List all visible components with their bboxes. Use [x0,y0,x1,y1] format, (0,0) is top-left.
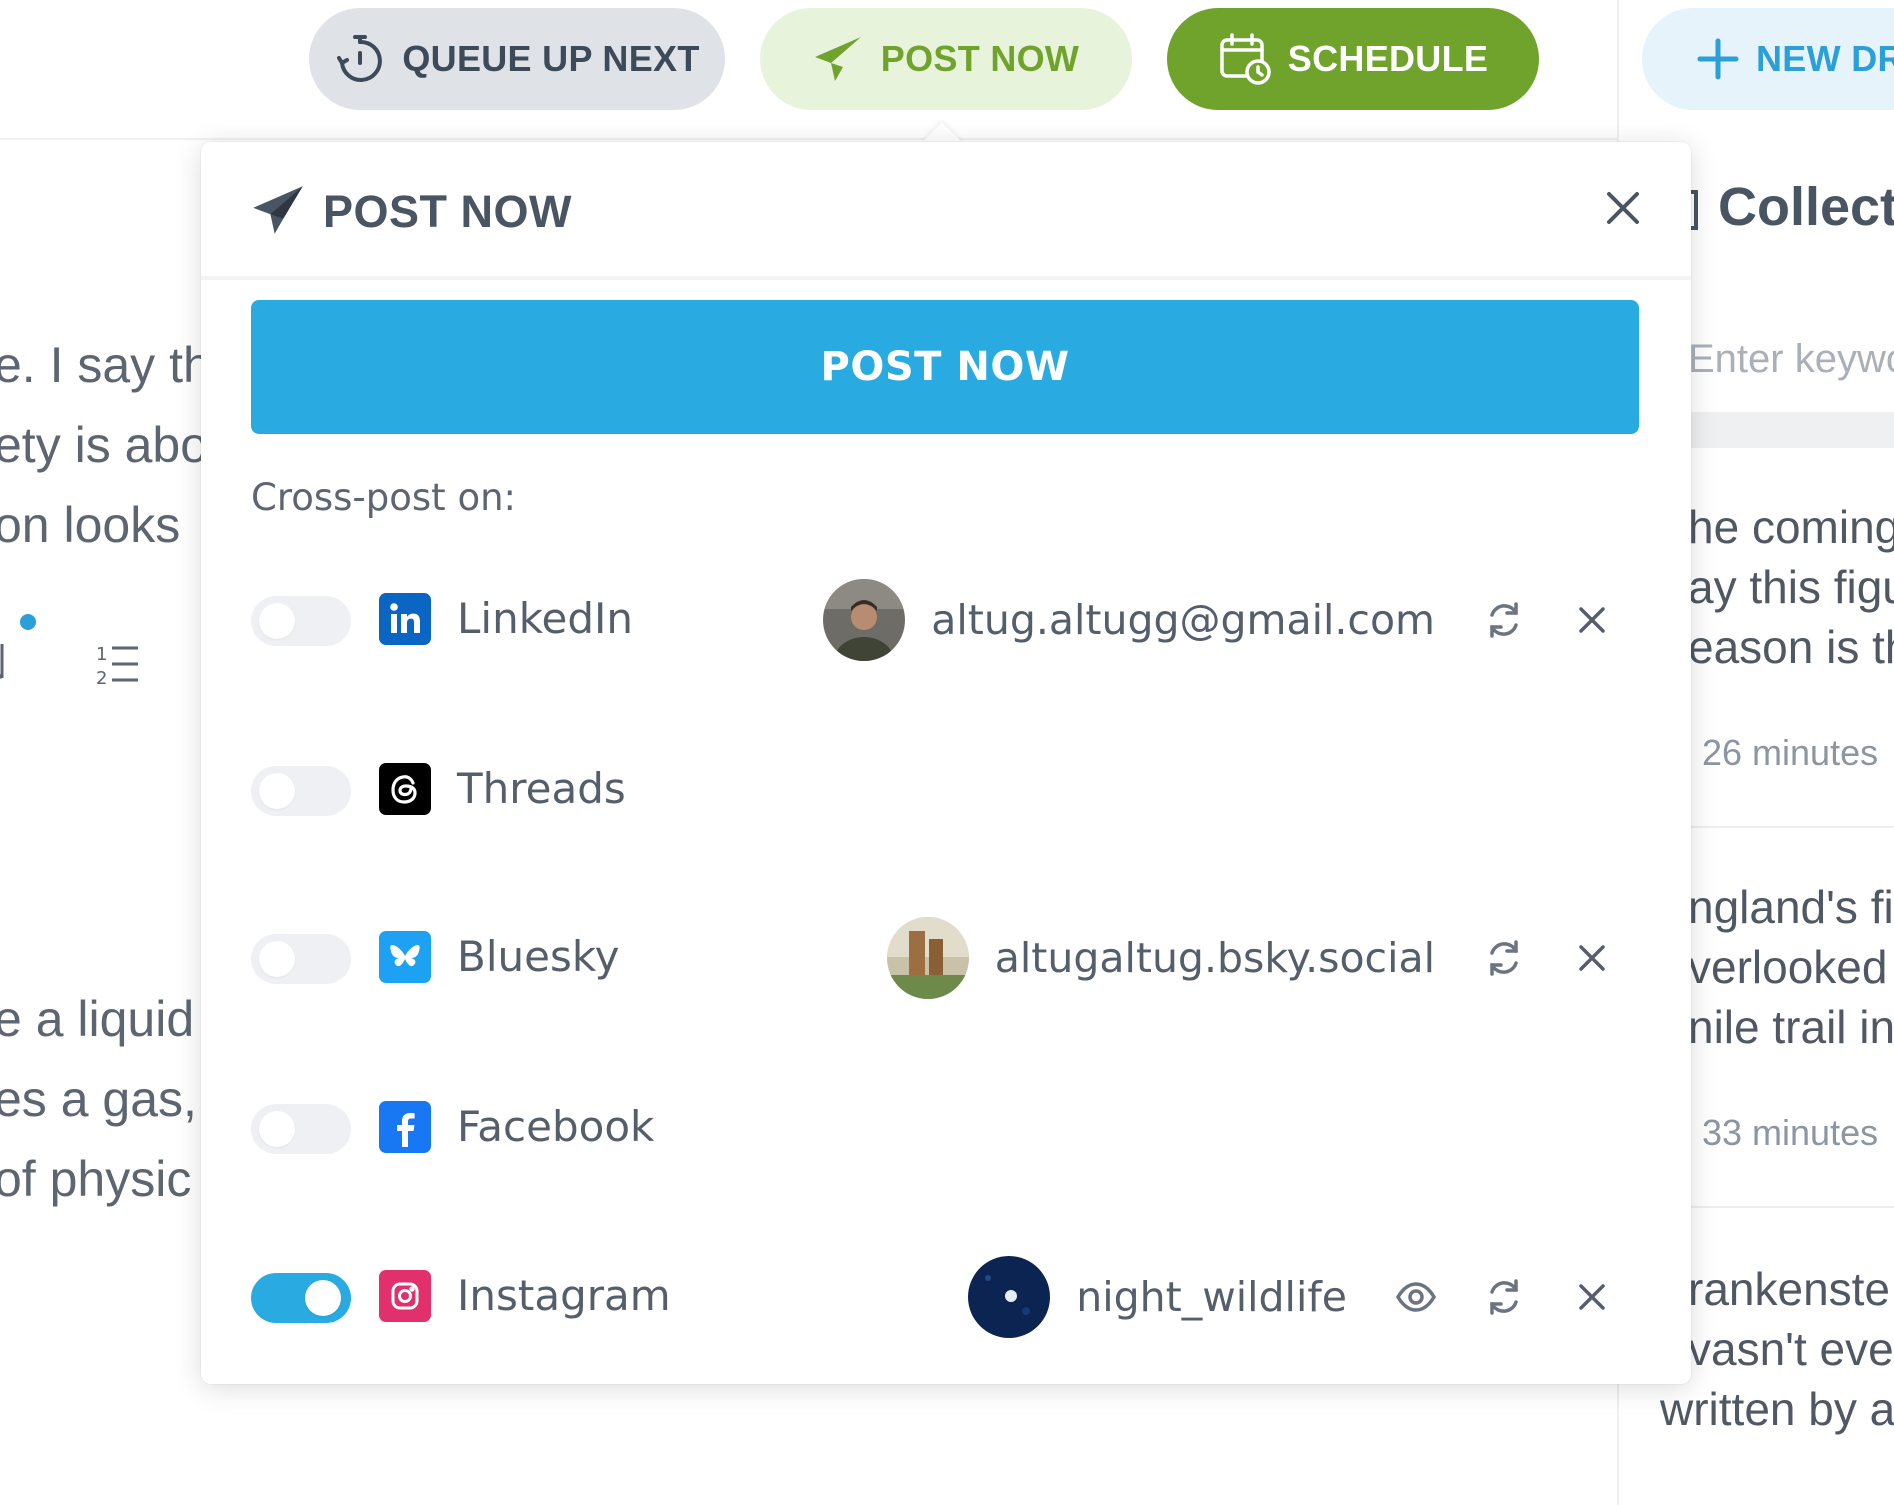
account-name: altugaltug.bsky.social [994,934,1435,982]
editor-text-line: on looks [0,497,181,553]
instagram-name: Instagram [457,1271,671,1320]
schedule-label: SCHEDULE [1287,38,1489,79]
linkedin-name: LinkedIn [457,594,634,643]
refresh-icon[interactable] [1473,1266,1535,1328]
instagram-icon [379,1270,431,1322]
refresh-icon[interactable] [1473,589,1535,651]
avatar [886,917,969,999]
editor-text-line: of physic [0,1151,192,1207]
editor-text-line: e. I say th [0,337,211,393]
facebook-icon [379,1101,431,1153]
card-divider [1660,1206,1894,1208]
queue-up-next-label: QUEUE UP NEXT [402,38,700,79]
card-text-line: ay this figu [1688,561,1894,613]
instagram-toggle[interactable] [251,1273,351,1323]
facebook-toggle[interactable] [251,1104,351,1154]
bluesky-account: altugaltug.bsky.social [886,917,1623,999]
paper-plane-icon [813,33,865,85]
threads-name: Threads [457,764,626,813]
svg-text:1: 1 [96,644,107,665]
linkedin-icon [379,593,431,645]
plus-icon [1696,37,1740,81]
card-text-line: he coming [1688,501,1894,553]
calendar-clock-icon [1218,32,1272,86]
card-time: 26 minutes [1702,732,1879,773]
toggle-knob [259,603,295,639]
timer-icon [334,33,386,85]
editor-text-line: e a liquid [0,991,195,1047]
refresh-icon[interactable] [1473,927,1535,989]
sort-arrow-icon[interactable] [0,640,14,684]
avatar [823,579,906,661]
card-text-line: written by a [1660,1383,1894,1435]
queue-up-next-button[interactable]: QUEUE UP NEXT [309,8,725,110]
toolbar-divider [0,138,1618,140]
bullet-dot [20,614,36,630]
post-now-tab-button[interactable]: POST NOW [760,8,1132,110]
new-draft-button[interactable]: NEW DR [1642,8,1894,110]
toggle-knob [305,1280,341,1316]
remove-account-icon[interactable] [1561,927,1623,989]
card-text-line: vasn't ever [1688,1323,1894,1375]
eye-icon[interactable] [1385,1266,1447,1328]
new-draft-label: NEW DR [1756,38,1894,79]
linkedin-toggle[interactable] [251,596,351,646]
card-text-line: rankenste [1688,1263,1891,1315]
bluesky-name: Bluesky [457,932,620,981]
card-divider [1660,826,1894,828]
collection-search-input[interactable]: Enter keywo [1660,318,1894,400]
instagram-account: night_wildlife [968,1256,1623,1338]
network-row-bluesky: Bluesky altugaltug.bsky.social [201,912,1691,1002]
dialog-title: POST NOW [323,186,572,237]
dialog-header: POST NOW [201,142,1691,280]
collections-title: Collecti [1718,177,1894,237]
account-name: night_wildlife [1076,1273,1347,1321]
threads-icon [379,763,431,815]
threads-toggle[interactable] [251,766,351,816]
avatar [968,1256,1051,1338]
remove-account-icon[interactable] [1561,589,1623,651]
toggle-knob [259,1111,295,1147]
network-row-threads: Threads [201,744,1691,834]
network-row-facebook: Facebook [201,1082,1691,1172]
remove-account-icon[interactable] [1561,1266,1623,1328]
cross-post-label: Cross-post on: [251,476,516,519]
network-row-instagram: Instagram night_wildlife [201,1251,1691,1341]
toggle-knob [259,941,295,977]
card-text-line: eason is th [1688,621,1894,673]
schedule-button[interactable]: SCHEDULE [1167,8,1539,110]
bluesky-toggle[interactable] [251,934,351,984]
card-time: 33 minutes [1702,1112,1879,1153]
close-icon[interactable] [1605,190,1641,226]
network-row-linkedin: LinkedIn altug.altugg@gmail.com [201,574,1691,664]
account-name: altug.altugg@gmail.com [931,596,1435,644]
card-text-line: ngland's fi [1688,881,1894,933]
linkedin-account: altug.altugg@gmail.com [823,579,1623,661]
editor-text-line: es a gas, [0,1071,197,1127]
card-text-line: nile trail in [1688,1001,1894,1053]
post-now-button[interactable]: POST NOW [251,300,1639,434]
card-text-line: verlooked [1688,941,1888,993]
bluesky-icon [379,931,431,983]
numbered-list-icon[interactable]: 1 2 [94,640,142,688]
toggle-knob [259,773,295,809]
paper-plane-icon [251,182,307,238]
svg-text:2: 2 [96,668,107,688]
post-now-dialog: POST NOW POST NOW Cross-post on: LinkedI… [201,142,1691,1384]
editor-text-line: ety is abo [0,417,209,473]
facebook-name: Facebook [457,1102,655,1151]
post-now-tab-label: POST NOW [880,38,1080,79]
